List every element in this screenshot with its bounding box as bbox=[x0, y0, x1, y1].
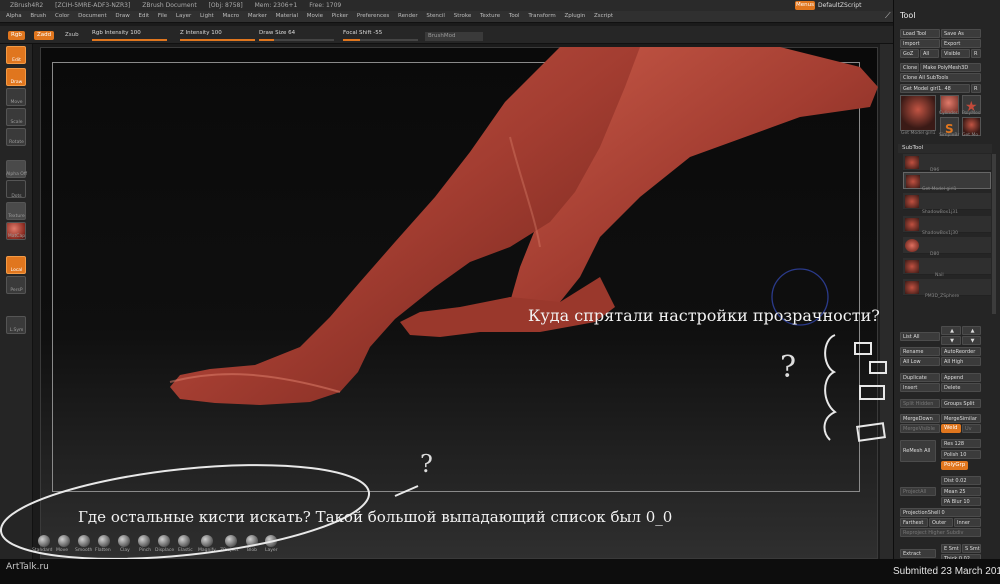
annotation-overlay bbox=[0, 334, 887, 560]
box-annotation bbox=[856, 422, 886, 442]
box-annotation bbox=[859, 385, 885, 400]
submitted-date: Submitted 23 March 2012 bbox=[893, 566, 1000, 577]
question-mark-annotation: ? bbox=[780, 350, 797, 385]
arttalk-logo: ArtTalk.ru bbox=[6, 562, 49, 572]
stroke-annotation bbox=[394, 485, 419, 497]
box-annotation bbox=[869, 361, 887, 374]
footer-bar bbox=[0, 559, 1000, 584]
brace-annotation bbox=[823, 334, 837, 441]
transparency-question: Куда спрятали настройки прозрачности? bbox=[528, 306, 880, 325]
question-mark-annotation: ? bbox=[420, 450, 433, 478]
box-annotation bbox=[854, 342, 872, 355]
brushes-question: Где остальные кисти искать? Такой большо… bbox=[78, 508, 673, 526]
